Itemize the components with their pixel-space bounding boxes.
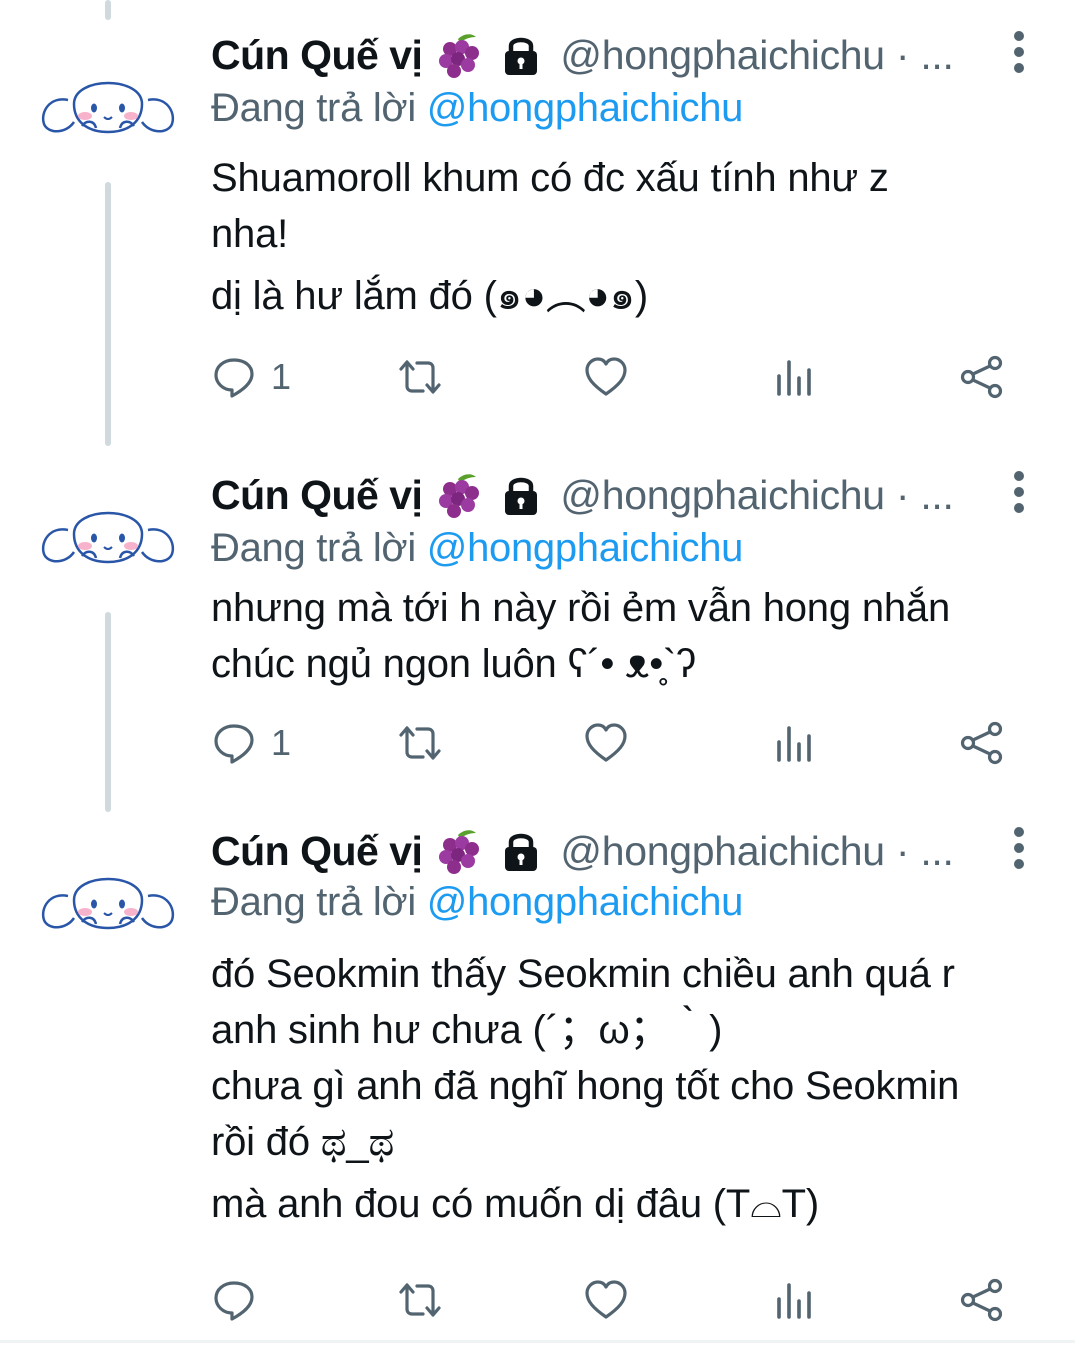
- lock-icon: [505, 37, 538, 75]
- avatar[interactable]: [38, 62, 178, 142]
- tweet-line: mà anh đou có muốn dị đâu (T⌓T): [211, 1182, 819, 1226]
- views-button[interactable]: [771, 352, 817, 402]
- retweet-icon: [399, 360, 441, 394]
- tweet-line: Shuamoroll khum có đc xấu tính như z: [211, 156, 889, 200]
- tweet[interactable]: Cún Quế vị @hongphaichichu · ... Đang tr…: [0, 0, 1075, 440]
- mention-link[interactable]: @hongphaichichu: [427, 526, 744, 570]
- like-button[interactable]: [583, 1275, 643, 1325]
- reply-count: 1: [271, 356, 292, 397]
- reply-count: 1: [271, 722, 292, 763]
- grapes-icon: [439, 34, 480, 78]
- tweet[interactable]: Cún Quế vị @hongphaichichu · ... Đang tr…: [0, 810, 1075, 1343]
- handle[interactable]: @hongphaichichu · ...: [560, 32, 953, 79]
- reply-button[interactable]: 1: [211, 718, 291, 768]
- analytics-icon: [777, 1283, 811, 1319]
- replying-label: Đang trả lời: [211, 880, 416, 924]
- share-icon: [960, 721, 1003, 765]
- analytics-icon: [777, 726, 811, 762]
- tweet-actions: 1: [211, 352, 1011, 402]
- retweet-button[interactable]: [397, 352, 457, 402]
- retweet-icon: [399, 726, 441, 760]
- tweet-actions: 1: [211, 718, 1011, 768]
- share-icon: [960, 1278, 1003, 1322]
- like-button[interactable]: [583, 352, 643, 402]
- replying-to: Đang trả lời @hongphaichichu: [211, 880, 743, 925]
- display-name[interactable]: Cún Quế vị: [211, 32, 423, 79]
- replying-to: Đang trả lời @hongphaichichu: [211, 526, 743, 571]
- tweet[interactable]: Cún Quế vị @hongphaichichu · ... Đang tr…: [0, 440, 1075, 810]
- divider: [0, 1340, 1075, 1343]
- tweet-line: chưa gì anh đã nghĩ hong tốt cho Seokmin: [211, 1064, 960, 1108]
- avatar[interactable]: [38, 492, 178, 572]
- replying-to: Đang trả lời @hongphaichichu: [211, 86, 743, 131]
- like-button[interactable]: [583, 718, 643, 768]
- reply-icon: [214, 1281, 254, 1321]
- display-name[interactable]: Cún Quế vị: [211, 472, 423, 519]
- tweet-text: Shuamoroll khum có đc xấu tính như z nha…: [211, 150, 1041, 324]
- tweet-line: nhưng mà tới h này rồi ẻm vẫn hong nhắn: [211, 586, 950, 630]
- display-name[interactable]: Cún Quế vị: [211, 828, 423, 875]
- heart-icon: [585, 723, 627, 762]
- tweet-text: đó Seokmin thấy Seokmin chiều anh quá r …: [211, 946, 1041, 1232]
- retweet-button[interactable]: [397, 1275, 457, 1325]
- handle[interactable]: @hongphaichichu · ...: [560, 828, 953, 875]
- lock-icon: [505, 833, 538, 871]
- replying-label: Đang trả lời: [211, 86, 416, 130]
- more-options-icon[interactable]: [1009, 30, 1029, 74]
- share-button[interactable]: [959, 1275, 1005, 1325]
- share-button[interactable]: [959, 718, 1005, 768]
- tweet-line: rồi đó ಥ_ಥ: [211, 1120, 395, 1164]
- mention-link[interactable]: @hongphaichichu: [427, 880, 744, 924]
- analytics-icon: [777, 360, 811, 396]
- grapes-icon: [439, 474, 480, 518]
- lock-icon: [505, 477, 538, 515]
- reply-icon: [214, 724, 254, 764]
- handle[interactable]: @hongphaichichu · ...: [560, 472, 953, 519]
- mention-link[interactable]: @hongphaichichu: [427, 86, 744, 130]
- tweet-line: nha!: [211, 212, 289, 256]
- tweet-header: Cún Quế vị @hongphaichichu · ...: [211, 28, 954, 82]
- tweet-text: nhưng mà tới h này rồi ẻm vẫn hong nhắn …: [211, 580, 1041, 692]
- views-button[interactable]: [771, 718, 817, 768]
- tweet-line: dị là hư lắm đó (๑◕︵◕๑): [211, 274, 648, 318]
- reply-icon: [214, 358, 254, 398]
- retweet-button[interactable]: [397, 718, 457, 768]
- share-icon: [960, 355, 1003, 399]
- heart-icon: [585, 357, 627, 396]
- tweet-actions: [211, 1275, 1011, 1325]
- tweet-line: chúc ngủ ngon luôn ʕ´• ᴥ•̥`ʔ: [211, 642, 696, 686]
- tweet-header: Cún Quế vị @hongphaichichu · ...: [211, 824, 954, 878]
- views-button[interactable]: [771, 1275, 817, 1325]
- reply-button[interactable]: 1: [211, 352, 291, 402]
- more-options-icon[interactable]: [1009, 470, 1029, 514]
- share-button[interactable]: [959, 352, 1005, 402]
- replying-label: Đang trả lời: [211, 526, 416, 570]
- tweet-line: anh sinh hư chưa (´；ω；｀): [211, 1008, 723, 1052]
- tweet-line: đó Seokmin thấy Seokmin chiều anh quá r: [211, 952, 955, 996]
- more-options-icon[interactable]: [1009, 826, 1029, 870]
- reply-button[interactable]: [211, 1275, 271, 1325]
- tweet-header: Cún Quế vị @hongphaichichu · ...: [211, 468, 954, 522]
- avatar[interactable]: [38, 858, 178, 938]
- grapes-icon: [439, 830, 480, 874]
- retweet-icon: [399, 1283, 441, 1317]
- heart-icon: [585, 1280, 627, 1319]
